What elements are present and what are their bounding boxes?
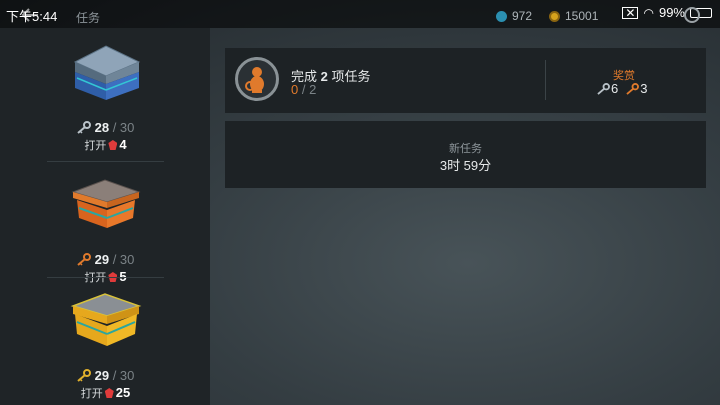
back-arrow-icon[interactable] bbox=[20, 7, 40, 23]
open-cost: 打开 4 bbox=[47, 137, 164, 153]
status-bar: 下午5:44 任务 972 15001 ✕ ◠ 99% bbox=[0, 0, 720, 28]
chest-sidebar: 28 / 30 打开 4 29 / 30 打开5 bbox=[0, 28, 210, 405]
key-count: 29 / 30 bbox=[47, 368, 164, 383]
reward-bronze-keys: 3 bbox=[626, 81, 647, 96]
chest-item-silver[interactable]: 28 / 30 打开 4 bbox=[47, 34, 164, 153]
keys-max: 30 bbox=[119, 252, 135, 267]
gold-key-icon bbox=[76, 369, 91, 382]
gem-icon bbox=[104, 388, 114, 398]
divider bbox=[47, 277, 164, 278]
open-cost-value: 25 bbox=[115, 385, 131, 400]
key-count: 28 / 30 bbox=[47, 120, 164, 135]
currency-blue: 972 bbox=[496, 9, 532, 23]
close-icon: ✕ bbox=[622, 6, 639, 19]
open-label: 打开 bbox=[80, 388, 103, 400]
task-icon bbox=[235, 57, 279, 101]
open-cost-value: 4 bbox=[119, 137, 127, 152]
currency-blue-value: 972 bbox=[512, 9, 533, 23]
divider bbox=[545, 60, 546, 100]
gold-coin-icon bbox=[549, 10, 560, 22]
new-task-countdown: 3时 59分 bbox=[439, 158, 492, 173]
reward-silver-value: 6 bbox=[611, 81, 619, 96]
monkey-icon bbox=[245, 67, 264, 93]
chest-item-gold[interactable]: 29 / 30 打开 25 bbox=[47, 282, 164, 401]
keys-max: 30 bbox=[119, 120, 135, 135]
keys-current: 29 bbox=[94, 368, 110, 383]
bronze-chest-icon bbox=[71, 179, 141, 228]
open-cost: 打开 25 bbox=[47, 385, 164, 401]
progress-total: 2 bbox=[309, 82, 317, 97]
progress-current: 0 bbox=[291, 82, 299, 97]
chest-item-bronze[interactable]: 29 / 30 打开5 bbox=[47, 166, 164, 284]
reward-values: 6 3 bbox=[597, 81, 647, 96]
reward-silver-keys: 6 bbox=[597, 81, 618, 96]
bronze-key-icon bbox=[76, 253, 91, 266]
task-card[interactable]: 完成 2 项任务 0 / 2 奖赏 6 3 bbox=[225, 48, 706, 113]
silver-key-icon bbox=[597, 83, 610, 95]
new-task-label: 新任务 bbox=[449, 143, 482, 155]
keys-max: 30 bbox=[119, 368, 135, 383]
key-count: 29 / 30 bbox=[47, 252, 164, 267]
keys-current: 28 bbox=[94, 120, 110, 135]
silver-chest-icon bbox=[73, 45, 141, 100]
silver-key-icon bbox=[76, 121, 91, 134]
wifi-icon: ◠ bbox=[643, 5, 654, 20]
gem-icon bbox=[108, 140, 118, 150]
new-task-panel: 新任务 3时 59分 bbox=[225, 121, 706, 188]
divider bbox=[47, 161, 164, 162]
task-title-suffix: 项任务 bbox=[331, 69, 371, 84]
battery-percent: 99% bbox=[658, 5, 685, 20]
blue-coin-icon bbox=[496, 10, 507, 22]
task-count: 2 bbox=[320, 69, 328, 84]
gear-icon[interactable] bbox=[684, 7, 700, 23]
page-title: 任务 bbox=[76, 11, 101, 25]
reward-bronze-value: 3 bbox=[640, 81, 648, 96]
currency-gold: 15001 bbox=[549, 9, 598, 23]
keys-current: 29 bbox=[94, 252, 110, 267]
bronze-key-icon bbox=[626, 83, 640, 95]
gold-chest-icon bbox=[70, 293, 142, 346]
currency-gold-value: 15001 bbox=[565, 9, 599, 23]
open-label: 打开 bbox=[84, 140, 107, 152]
task-progress: 0 / 2 bbox=[291, 82, 317, 97]
